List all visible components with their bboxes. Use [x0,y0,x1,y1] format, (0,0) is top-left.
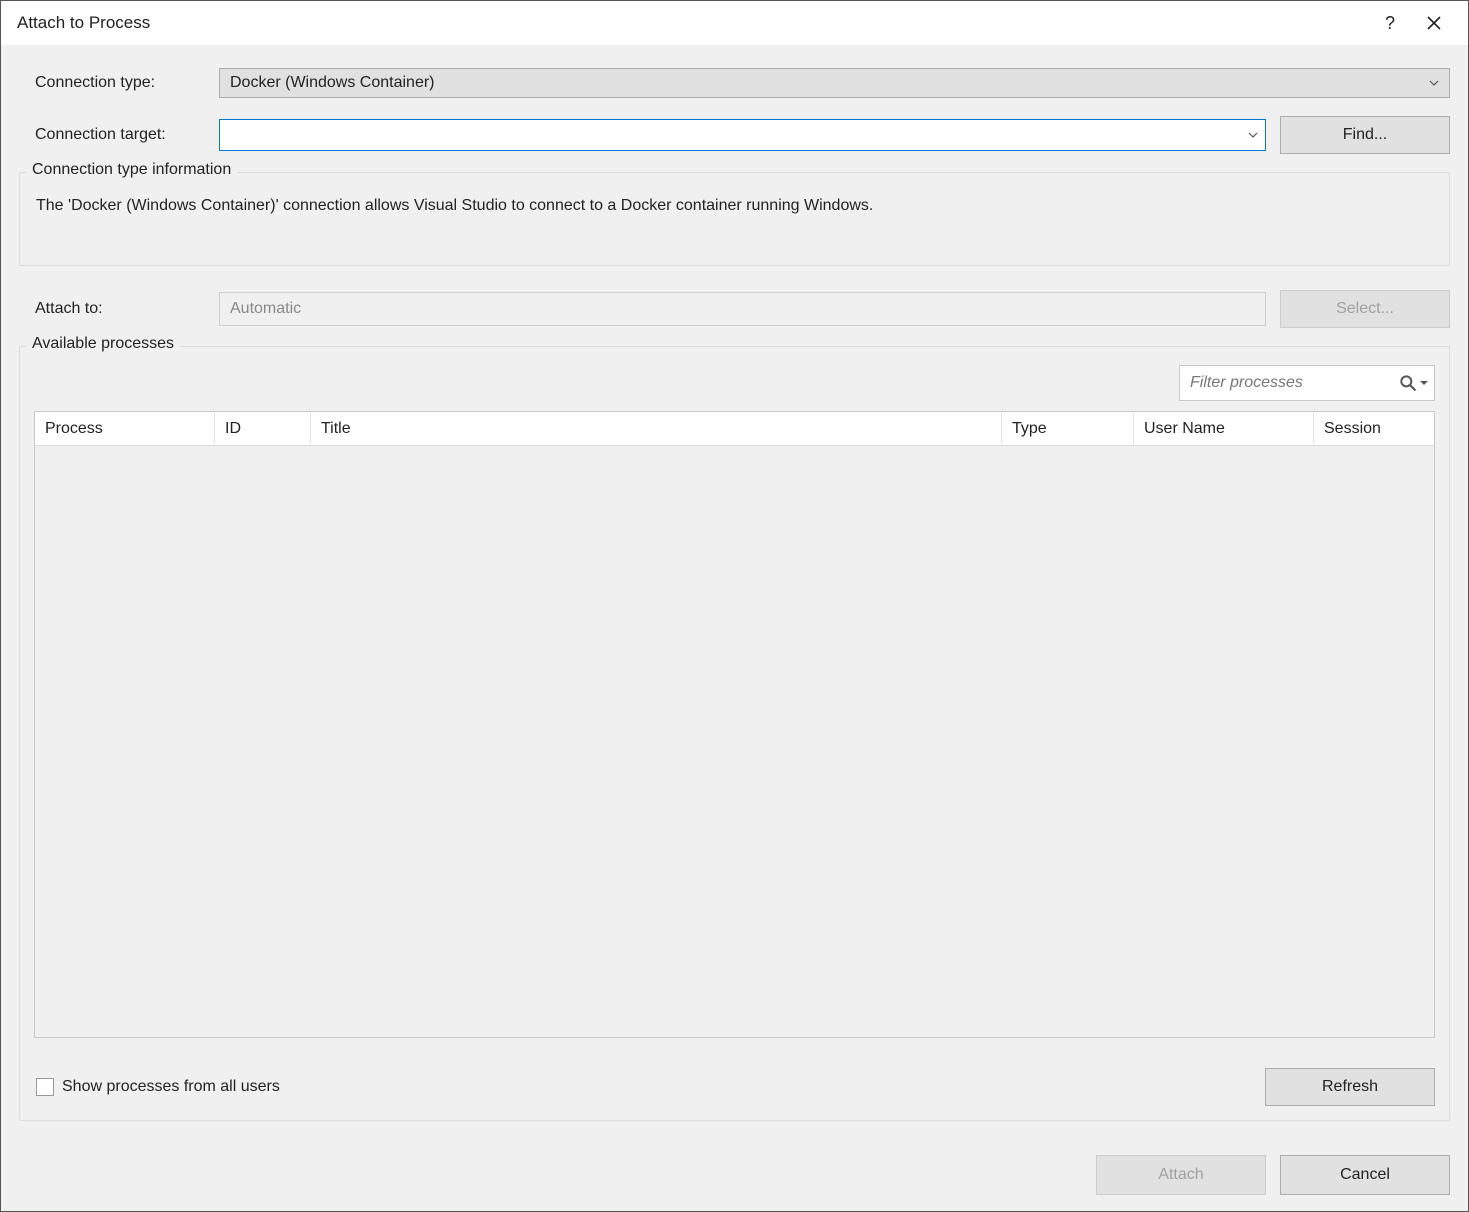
search-icon [1398,372,1418,394]
dialog-content: Connection type: Docker (Windows Contain… [1,45,1468,1211]
attach-to-process-dialog: Attach to Process ? Connection type: Doc… [0,0,1469,1212]
close-icon [1427,16,1441,30]
table-body [35,446,1434,1037]
table-header: Process ID Title Type User Name Session [35,412,1434,446]
processes-table[interactable]: Process ID Title Type User Name Session [34,411,1435,1038]
attach-to-row: Attach to: Automatic Select... [19,290,1450,328]
attach-to-value: Automatic [219,292,1266,326]
col-title[interactable]: Title [311,412,1002,445]
find-button[interactable]: Find... [1280,116,1450,154]
cancel-button[interactable]: Cancel [1280,1155,1450,1195]
connection-type-label: Connection type: [19,74,219,92]
col-id[interactable]: ID [215,412,311,445]
show-all-users-label: Show processes from all users [62,1078,280,1096]
attach-to-label: Attach to: [19,300,219,318]
info-legend: Connection type information [26,161,237,179]
available-processes-group: Available processes Process ID Title [19,346,1450,1121]
procs-legend: Available processes [26,335,180,353]
connection-type-info-group: Connection type information The 'Docker … [19,172,1450,266]
dialog-footer: Attach Cancel [19,1155,1450,1195]
connection-target-row: Connection target: Find... [19,116,1450,154]
filter-processes-box[interactable] [1179,365,1435,401]
connection-type-row: Connection type: Docker (Windows Contain… [19,68,1450,98]
show-all-users-checkbox[interactable] [36,1078,54,1096]
window-title: Attach to Process [17,13,150,33]
filter-dropdown-arrow[interactable] [1420,375,1428,391]
connection-target-label: Connection target: [19,126,219,144]
col-process[interactable]: Process [35,412,215,445]
chevron-down-icon [1429,80,1439,86]
connection-type-select[interactable]: Docker (Windows Container) [219,68,1450,98]
title-bar: Attach to Process ? [1,1,1468,45]
select-button: Select... [1280,290,1450,328]
connection-target-dropdown[interactable] [1241,120,1265,150]
col-session[interactable]: Session [1314,412,1434,445]
attach-button: Attach [1096,1155,1266,1195]
help-button[interactable]: ? [1368,3,1412,43]
chevron-down-icon [1420,381,1428,386]
col-user-name[interactable]: User Name [1134,412,1314,445]
info-text: The 'Docker (Windows Container)' connect… [34,197,1435,215]
refresh-button[interactable]: Refresh [1265,1068,1435,1106]
filter-processes-input[interactable] [1190,374,1398,392]
connection-target-combo[interactable] [219,119,1266,151]
chevron-down-icon [1248,132,1258,138]
connection-target-input[interactable] [226,120,1241,150]
show-all-users-row: Show processes from all users [34,1078,280,1096]
close-button[interactable] [1412,3,1456,43]
col-type[interactable]: Type [1002,412,1134,445]
connection-type-value: Docker (Windows Container) [230,74,435,92]
